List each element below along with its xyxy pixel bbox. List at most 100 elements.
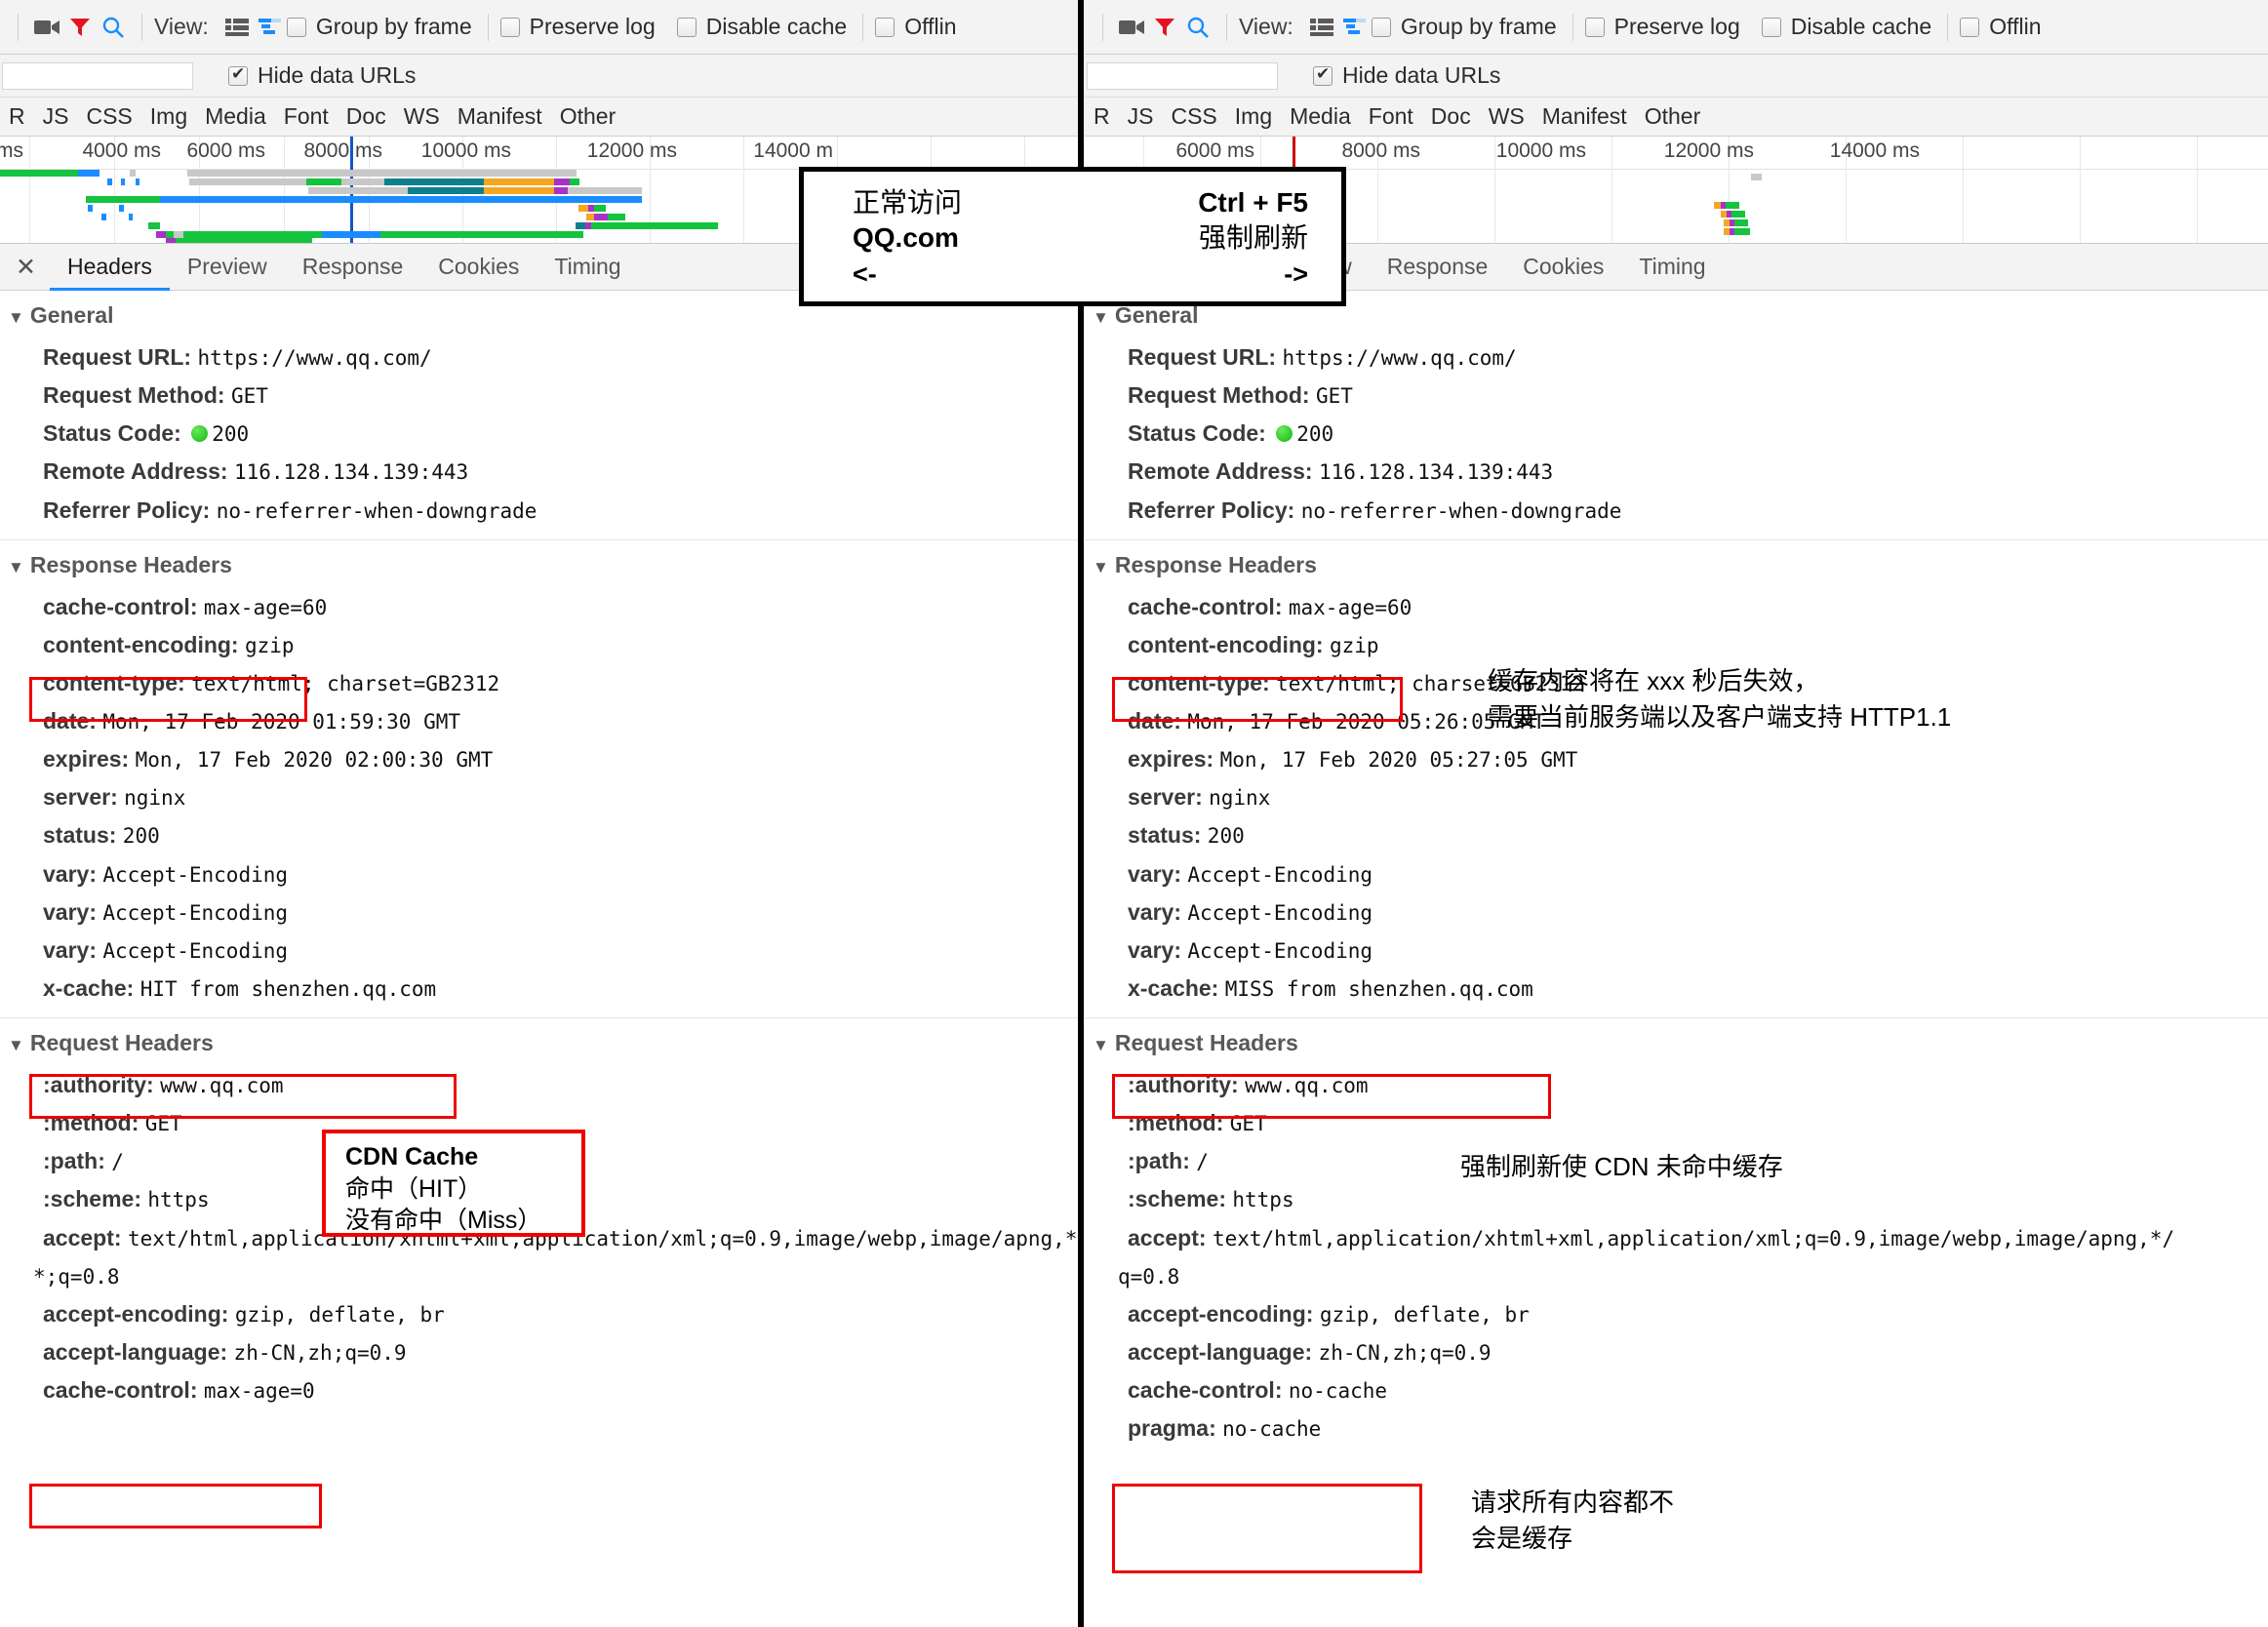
header-row: accept-encoding: gzip, deflate, br: [0, 1295, 1081, 1333]
type-filter-other[interactable]: Other: [1636, 103, 1710, 130]
header-row: :method: GET: [1085, 1104, 2268, 1142]
type-filter-font[interactable]: Font: [1360, 103, 1422, 130]
type-filter-media[interactable]: Media: [1281, 103, 1360, 130]
note-no-cache: 请求所有内容都不 会是缓存: [1471, 1485, 1674, 1557]
toolbar-divider: [1947, 13, 1949, 41]
hide-data-urls-checkbox[interactable]: Hide data URLs: [228, 62, 416, 89]
filter-input[interactable]: [1087, 61, 1278, 90]
section-request-headers[interactable]: ▼ Request Headers: [0, 1017, 1081, 1066]
preserve-log-checkbox[interactable]: Preserve log: [499, 14, 656, 40]
type-filter-ws[interactable]: WS: [1480, 103, 1533, 130]
tab-headers[interactable]: Headers: [49, 244, 170, 291]
tab-cookies[interactable]: Cookies: [420, 244, 537, 291]
header-value: GET: [1315, 384, 1353, 409]
header-row: Request URL: https://www.qq.com/: [0, 338, 1081, 377]
offline-label: Offlin: [904, 14, 957, 39]
list-view-icon[interactable]: [220, 11, 254, 44]
preserve-log-label: Preserve log: [529, 14, 656, 39]
search-icon[interactable]: [97, 11, 130, 44]
type-filter-js[interactable]: JS: [1119, 103, 1163, 130]
type-filter-ws[interactable]: WS: [395, 103, 449, 130]
wf-tick-label: 12000 ms: [586, 139, 677, 162]
disable-cache-checkbox[interactable]: Disable cache: [1761, 14, 1931, 40]
tab-response[interactable]: Response: [285, 244, 421, 291]
header-row-continuation: q=0.8: [1085, 1257, 2268, 1295]
record-icon[interactable]: [30, 11, 63, 44]
header-value: HIT from shenzhen.qq.com: [139, 976, 437, 1001]
header-value: no-referrer-when-downgrade: [216, 498, 537, 523]
checkbox-box: [676, 17, 696, 37]
section-response-headers[interactable]: ▼ Response Headers: [1085, 538, 2268, 588]
filter-input[interactable]: [2, 61, 193, 90]
header-key: vary:: [1128, 860, 1181, 887]
header-row: server: nginx: [1085, 778, 2268, 816]
header-value: /: [111, 1150, 124, 1174]
search-icon[interactable]: [1181, 11, 1214, 44]
header-key: :authority:: [43, 1072, 154, 1097]
header-key: :path:: [1128, 1148, 1190, 1174]
type-filter-font[interactable]: Font: [275, 103, 338, 130]
network-toolbar-right: View: Group by frame Preserve log Disabl…: [1085, 0, 2268, 55]
header-key: Remote Address:: [43, 458, 228, 485]
header-key: expires:: [43, 746, 130, 773]
wf-tick-label: 12000 ms: [1663, 139, 1754, 162]
section-response-headers[interactable]: ▼ Response Headers: [0, 538, 1081, 588]
headers-body-left: ▼ General Request URL: https://www.qq.com…: [0, 291, 1081, 1409]
tab-cookies[interactable]: Cookies: [1505, 244, 1621, 291]
filter-icon[interactable]: [1148, 11, 1181, 44]
type-filter-doc[interactable]: Doc: [1422, 103, 1480, 130]
type-filter-css[interactable]: CSS: [77, 103, 140, 130]
type-filter-r[interactable]: R: [1085, 103, 1119, 130]
header-row: vary: Accept-Encoding: [1085, 855, 2268, 893]
type-filter-manifest[interactable]: Manifest: [1533, 103, 1636, 130]
type-filter-doc[interactable]: Doc: [338, 103, 395, 130]
list-view-icon[interactable]: [1305, 11, 1338, 44]
checkbox-box: [875, 17, 895, 37]
tab-timing[interactable]: Timing: [1621, 244, 1723, 291]
header-value: MISS from shenzhen.qq.com: [1224, 976, 1533, 1001]
group-by-frame-label: Group by frame: [1400, 14, 1557, 39]
header-row-continuation: *;q=0.8: [0, 1257, 1081, 1295]
type-filter-img[interactable]: Img: [1226, 103, 1281, 130]
header-row: cache-control: max-age=60: [1085, 588, 2268, 626]
wf-tick-label: 10000 ms: [1495, 139, 1586, 162]
header-value: Mon, 17 Feb 2020 05:27:05 GMT: [1219, 748, 1578, 773]
header-row: date: Mon, 17 Feb 2020 01:59:30 GMT: [0, 702, 1081, 740]
header-value: https: [147, 1188, 210, 1212]
offline-checkbox[interactable]: Offlin: [875, 14, 957, 40]
waterfall-view-icon[interactable]: [1338, 11, 1372, 44]
disable-cache-checkbox[interactable]: Disable cache: [676, 14, 847, 40]
filter-row-right: Hide data URLs: [1085, 55, 2268, 98]
section-request-headers[interactable]: ▼ Request Headers: [1085, 1017, 2268, 1066]
close-icon[interactable]: ✕: [8, 253, 50, 282]
type-filter-manifest[interactable]: Manifest: [449, 103, 551, 130]
type-filter-js[interactable]: JS: [34, 103, 78, 130]
type-filter-media[interactable]: Media: [196, 103, 275, 130]
type-filter-other[interactable]: Other: [551, 103, 625, 130]
general-list-right: Request URL: https://www.qq.com/ Request…: [1085, 338, 2268, 530]
group-by-frame-checkbox[interactable]: Group by frame: [286, 14, 472, 40]
tab-response[interactable]: Response: [1370, 244, 1506, 291]
type-filter-r[interactable]: R: [0, 103, 34, 130]
hide-data-urls-label: Hide data URLs: [258, 62, 417, 88]
header-value: text/html,application/xhtml+xml,applicat…: [1212, 1226, 2175, 1250]
offline-checkbox[interactable]: Offlin: [1960, 14, 2042, 40]
tab-timing[interactable]: Timing: [537, 244, 638, 291]
tab-preview[interactable]: Preview: [170, 244, 285, 291]
record-icon[interactable]: [1115, 11, 1148, 44]
section-response-headers-label: Response Headers: [1114, 551, 1317, 577]
request-headers-list-right: :authority: www.qq.com :method: GET :pat…: [1085, 1066, 2268, 1448]
type-filter-css[interactable]: CSS: [1162, 103, 1225, 130]
header-row: Remote Address: 116.128.134.139:443: [1085, 453, 2268, 491]
filter-icon[interactable]: [63, 11, 97, 44]
preserve-log-checkbox[interactable]: Preserve log: [1584, 14, 1740, 40]
header-key: Request URL:: [1128, 344, 1277, 370]
section-general-label: General: [29, 302, 114, 328]
type-filter-img[interactable]: Img: [141, 103, 196, 130]
waterfall-view-icon[interactable]: [254, 11, 287, 44]
view-label: View:: [1239, 14, 1293, 39]
checkbox-box: [1960, 17, 1980, 37]
hide-data-urls-checkbox[interactable]: Hide data URLs: [1313, 62, 1500, 89]
header-row: accept-language: zh-CN,zh;q=0.9: [0, 1333, 1081, 1371]
group-by-frame-checkbox[interactable]: Group by frame: [1371, 14, 1557, 40]
